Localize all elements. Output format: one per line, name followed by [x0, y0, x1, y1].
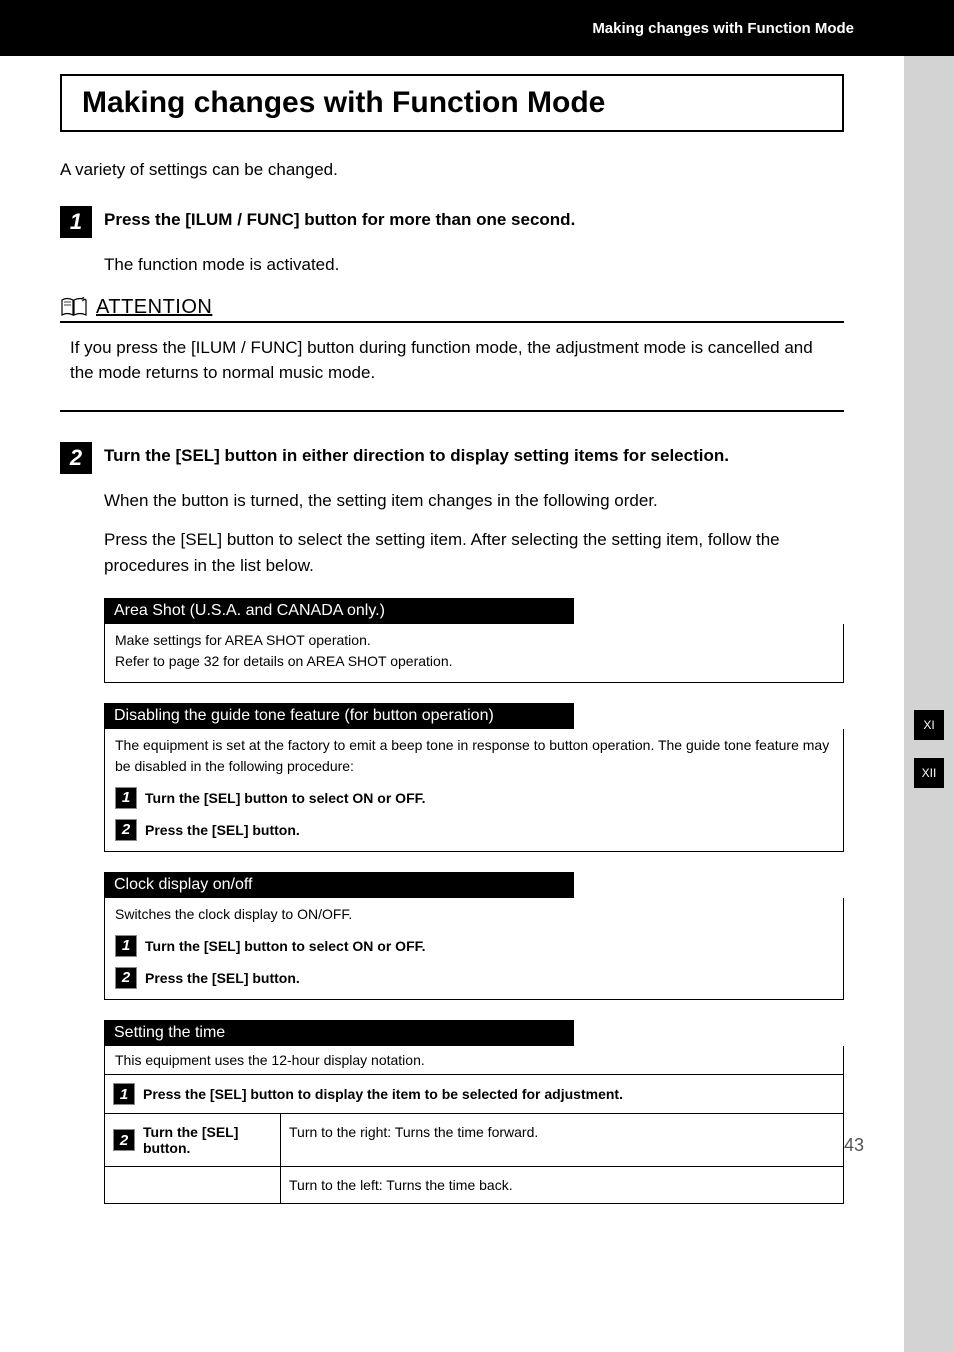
step-2: 2 Turn the [SEL] button in either direct… — [60, 442, 844, 474]
guide-tone-step-1: 1 Turn the [SEL] button to select ON or … — [115, 787, 833, 809]
side-tab-xi[interactable]: XI — [914, 710, 944, 740]
step-badge-1: 1 — [60, 206, 92, 238]
breadcrumb: Making changes with Function Mode — [592, 20, 854, 37]
guide-tone-step-1-text: Turn the [SEL] button to select ON or OF… — [145, 788, 426, 809]
section-time: Setting the time This equipment uses the… — [104, 1020, 844, 1204]
title-box: Making changes with Function Mode — [60, 74, 844, 132]
time-step-2-row-1: 2 Turn the [SEL] button. Turn to the rig… — [105, 1113, 843, 1166]
step-badge-2: 2 — [60, 442, 92, 474]
mini-badge: 2 — [115, 819, 137, 841]
time-step-2-row-2: Turn to the left: Turns the time back. — [105, 1166, 843, 1203]
step-2-body-2: Press the [SEL] button to select the set… — [104, 527, 844, 578]
time-header: Setting the time — [104, 1020, 574, 1046]
step-1-title: Press the [ILUM / FUNC] button for more … — [104, 206, 575, 230]
clock-header: Clock display on/off — [104, 872, 574, 898]
time-right-text: Turn to the right: Turns the time forwar… — [280, 1114, 843, 1166]
step-2-body-1: When the button is turned, the setting i… — [104, 488, 844, 514]
attention-header: ATTENTION — [60, 296, 844, 323]
mini-badge: 1 — [115, 935, 137, 957]
time-intro: This equipment uses the 12-hour display … — [105, 1046, 843, 1074]
area-shot-line-2: Refer to page 32 for details on AREA SHO… — [115, 651, 833, 672]
step-1: 1 Press the [ILUM / FUNC] button for mor… — [60, 206, 844, 238]
area-shot-line-1: Make settings for AREA SHOT operation. — [115, 630, 833, 651]
step-1-body: The function mode is activated. — [104, 252, 844, 278]
time-left-text: Turn to the left: Turns the time back. — [280, 1167, 843, 1203]
intro-text: A variety of settings can be changed. — [60, 160, 844, 180]
section-clock: Clock display on/off Switches the clock … — [104, 872, 844, 1000]
mini-badge: 2 — [115, 967, 137, 989]
mini-badge: 2 — [113, 1129, 135, 1151]
mini-badge: 1 — [113, 1083, 135, 1105]
book-icon — [60, 296, 88, 318]
clock-step-1-text: Turn the [SEL] button to select ON or OF… — [145, 936, 426, 957]
divider — [60, 410, 844, 412]
page-number: 43 — [844, 1135, 864, 1156]
section-guide-tone: Disabling the guide tone feature (for bu… — [104, 703, 844, 852]
clock-step-2-text: Press the [SEL] button. — [145, 968, 300, 989]
attention-body: If you press the [ILUM / FUNC] button du… — [60, 335, 844, 386]
section-area-shot: Area Shot (U.S.A. and CANADA only.) Make… — [104, 598, 844, 683]
time-step-1: 1 Press the [SEL] button to display the … — [105, 1074, 843, 1113]
time-step-1-text: Press the [SEL] button to display the it… — [143, 1086, 623, 1102]
guide-tone-intro: The equipment is set at the factory to e… — [115, 735, 833, 777]
guide-tone-step-2-text: Press the [SEL] button. — [145, 820, 300, 841]
time-step-2-text: Turn the [SEL] button. — [143, 1124, 272, 1156]
side-tab-xii[interactable]: XII — [914, 758, 944, 788]
guide-tone-step-2: 2 Press the [SEL] button. — [115, 819, 833, 841]
area-shot-header: Area Shot (U.S.A. and CANADA only.) — [104, 598, 574, 624]
step-2-title: Turn the [SEL] button in either directio… — [104, 442, 729, 466]
mini-badge: 1 — [115, 787, 137, 809]
page-title: Making changes with Function Mode — [82, 86, 822, 120]
attention-label: ATTENTION — [96, 296, 212, 319]
guide-tone-header: Disabling the guide tone feature (for bu… — [104, 703, 574, 729]
clock-step-2: 2 Press the [SEL] button. — [115, 967, 833, 989]
clock-intro: Switches the clock display to ON/OFF. — [115, 904, 833, 925]
clock-step-1: 1 Turn the [SEL] button to select ON or … — [115, 935, 833, 957]
